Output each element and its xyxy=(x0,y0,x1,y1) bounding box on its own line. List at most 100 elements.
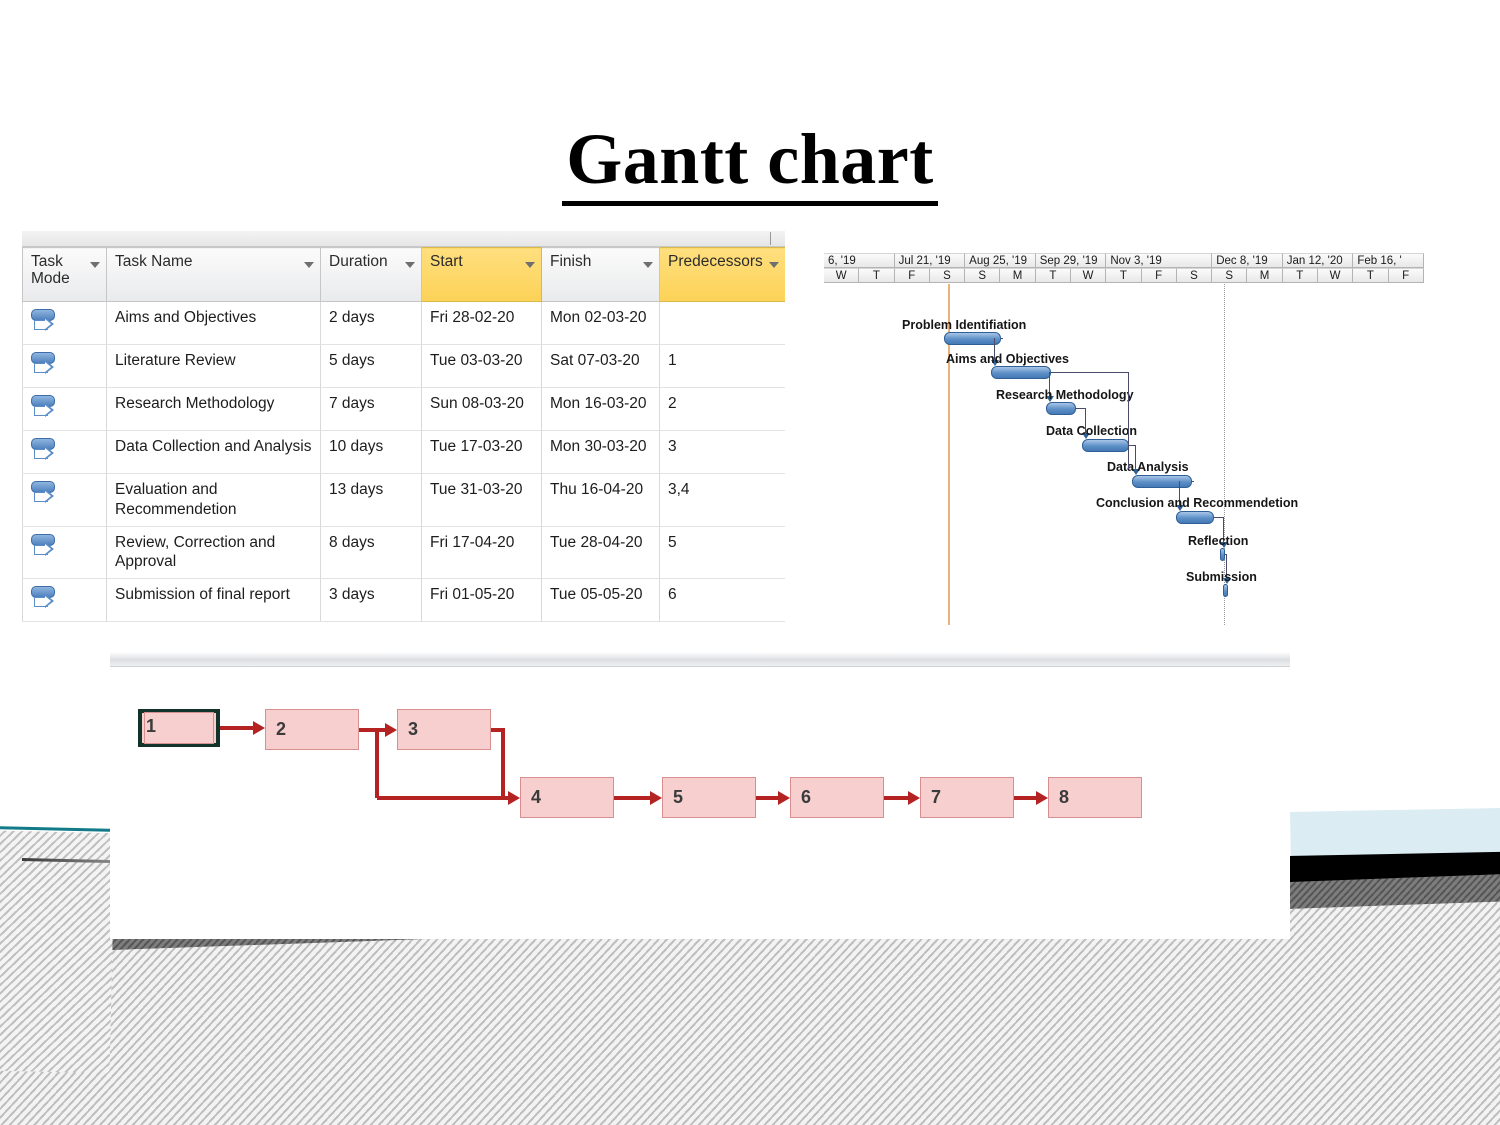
duration-cell[interactable]: 3 days xyxy=(320,578,422,623)
chevron-down-icon[interactable] xyxy=(90,262,100,268)
start-cell[interactable]: Tue 31-03-20 xyxy=(421,473,542,527)
gantt-timescale-header: 6, '19 Jul 21, '19 Aug 25, '19 Sep 29, '19 N… xyxy=(824,253,1424,284)
table-scroll-strip[interactable] xyxy=(22,231,785,247)
column-header-start-label: Start xyxy=(430,253,463,270)
task-mode-cell[interactable] xyxy=(22,301,107,345)
gantt-link-segment xyxy=(1214,517,1223,519)
task-name-cell[interactable]: Literature Review xyxy=(106,344,321,388)
gantt-bar[interactable] xyxy=(1223,584,1228,597)
finish-cell[interactable]: Tue 28-04-20 xyxy=(541,525,660,580)
gantt-bar[interactable] xyxy=(991,366,1051,379)
duration-cell[interactable]: 2 days xyxy=(320,301,422,345)
network-connector xyxy=(503,795,508,800)
table-row[interactable]: Submission of final report 3 days Fri 01-0… xyxy=(22,578,785,623)
network-node[interactable]: 5 xyxy=(662,777,756,818)
gantt-day-header-cell: T xyxy=(1106,268,1142,283)
task-mode-cell[interactable] xyxy=(22,525,107,580)
table-row[interactable]: Aims and Objectives 2 days Fri 28-02-20 Mon… xyxy=(22,301,785,345)
table-row[interactable]: Data Collection and Analysis 10 days Tue 1… xyxy=(22,430,785,474)
column-header-predecessors-label: Predecessors xyxy=(668,253,763,270)
network-node[interactable]: 1 xyxy=(138,709,220,747)
network-diagram-panel: 1 234 5678 xyxy=(110,652,1290,939)
gantt-day-header-cell: F xyxy=(894,268,930,283)
gantt-week-header-row: 6, '19 Jul 21, '19 Aug 25, '19 Sep 29, '19 N… xyxy=(824,253,1424,268)
gantt-link-segment xyxy=(1051,372,1128,374)
start-cell[interactable]: Tue 03-03-20 xyxy=(421,344,542,388)
chevron-down-icon[interactable] xyxy=(769,262,779,268)
predecessors-cell[interactable]: 5 xyxy=(659,525,785,580)
chevron-down-icon[interactable] xyxy=(304,262,314,268)
task-mode-cell[interactable] xyxy=(22,344,107,388)
column-header-start[interactable]: Start xyxy=(421,247,542,302)
network-node[interactable]: 3 xyxy=(397,709,491,750)
gantt-bar[interactable] xyxy=(1046,402,1076,415)
column-header-duration[interactable]: Duration xyxy=(320,247,422,302)
task-mode-cell[interactable] xyxy=(22,430,107,474)
finish-cell[interactable]: Sat 07-03-20 xyxy=(541,344,660,388)
gantt-bar[interactable] xyxy=(944,332,1001,345)
duration-cell[interactable]: 8 days xyxy=(320,525,422,580)
task-name-cell[interactable]: Review, Correction and Approval xyxy=(106,525,321,580)
gantt-bar-label: Conclusion and Recommendetion xyxy=(1096,496,1299,510)
gantt-week-header-cell: Dec 8, '19 xyxy=(1212,253,1283,268)
gantt-bar[interactable] xyxy=(1176,511,1214,524)
finish-cell[interactable]: Thu 16-04-20 xyxy=(541,473,660,527)
gantt-day-header-cell: W xyxy=(824,268,860,283)
network-node[interactable]: 7 xyxy=(920,777,1014,818)
network-node[interactable]: 4 xyxy=(520,777,614,818)
duration-cell[interactable]: 13 days xyxy=(320,473,422,527)
task-name-cell[interactable]: Submission of final report xyxy=(106,578,321,623)
column-header-predecessors[interactable]: Predecessors xyxy=(659,247,785,302)
start-cell[interactable]: Fri 17-04-20 xyxy=(421,525,542,580)
predecessors-cell[interactable] xyxy=(659,301,785,345)
chevron-down-icon[interactable] xyxy=(405,262,415,268)
task-mode-cell[interactable] xyxy=(22,387,107,431)
gantt-day-header-cell: M xyxy=(1000,268,1036,283)
gantt-link-segment xyxy=(1001,338,1003,340)
network-arrow-icon xyxy=(385,722,397,737)
task-name-cell[interactable]: Research Methodology xyxy=(106,387,321,431)
finish-cell[interactable]: Mon 02-03-20 xyxy=(541,301,660,345)
column-header-task-name-label: Task Name xyxy=(115,253,193,270)
task-name-cell[interactable]: Data Collection and Analysis xyxy=(106,430,321,474)
start-cell[interactable]: Tue 17-03-20 xyxy=(421,430,542,474)
predecessors-cell[interactable]: 3 xyxy=(659,430,785,474)
gantt-day-header-cell: T xyxy=(1035,268,1071,283)
start-cell[interactable]: Fri 28-02-20 xyxy=(421,301,542,345)
predecessors-cell[interactable]: 1 xyxy=(659,344,785,388)
table-row[interactable]: Review, Correction and Approval 8 days Fri… xyxy=(22,525,785,580)
task-mode-cell[interactable] xyxy=(22,473,107,527)
column-header-task-mode[interactable]: Task Mode xyxy=(22,247,107,302)
column-header-task-mode-label: Task Mode xyxy=(31,253,70,288)
duration-cell[interactable]: 5 days xyxy=(320,344,422,388)
duration-cell[interactable]: 10 days xyxy=(320,430,422,474)
finish-cell[interactable]: Mon 30-03-20 xyxy=(541,430,660,474)
predecessors-cell[interactable]: 6 xyxy=(659,578,785,623)
gantt-day-header-row: WTFSSMTWTFSSMTWTF xyxy=(824,268,1424,283)
predecessors-cell[interactable]: 3,4 xyxy=(659,473,785,527)
start-cell[interactable]: Fri 01-05-20 xyxy=(421,578,542,623)
column-header-finish[interactable]: Finish xyxy=(541,247,660,302)
chevron-down-icon[interactable] xyxy=(643,262,653,268)
start-cell[interactable]: Sun 08-03-20 xyxy=(421,387,542,431)
duration-cell[interactable]: 7 days xyxy=(320,387,422,431)
finish-cell[interactable]: Tue 05-05-20 xyxy=(541,578,660,623)
task-name-cell[interactable]: Evaluation and Recommendetion xyxy=(106,473,321,527)
predecessors-cell[interactable]: 2 xyxy=(659,387,785,431)
column-header-task-name[interactable]: Task Name xyxy=(106,247,321,302)
table-row[interactable]: Research Methodology 7 days Sun 08-03-20 Mo… xyxy=(22,387,785,431)
task-name-cell[interactable]: Aims and Objectives xyxy=(106,301,321,345)
network-node[interactable]: 2 xyxy=(265,709,359,750)
finish-cell[interactable]: Mon 16-03-20 xyxy=(541,387,660,431)
chevron-down-icon[interactable] xyxy=(525,262,535,268)
task-mode-cell[interactable] xyxy=(22,578,107,623)
table-row[interactable]: Literature Review 5 days Tue 03-03-20 Sat 0… xyxy=(22,344,785,388)
gantt-bar[interactable] xyxy=(1132,475,1192,488)
gantt-bar-label: Submission xyxy=(1186,570,1257,584)
network-node[interactable]: 6 xyxy=(790,777,884,818)
network-connector xyxy=(220,726,253,730)
gantt-bar-label: Reflection xyxy=(1188,534,1249,548)
table-row[interactable]: Evaluation and Recommendetion 13 days Tue … xyxy=(22,473,785,527)
network-node[interactable]: 8 xyxy=(1048,777,1142,818)
gantt-bar[interactable] xyxy=(1082,439,1129,452)
